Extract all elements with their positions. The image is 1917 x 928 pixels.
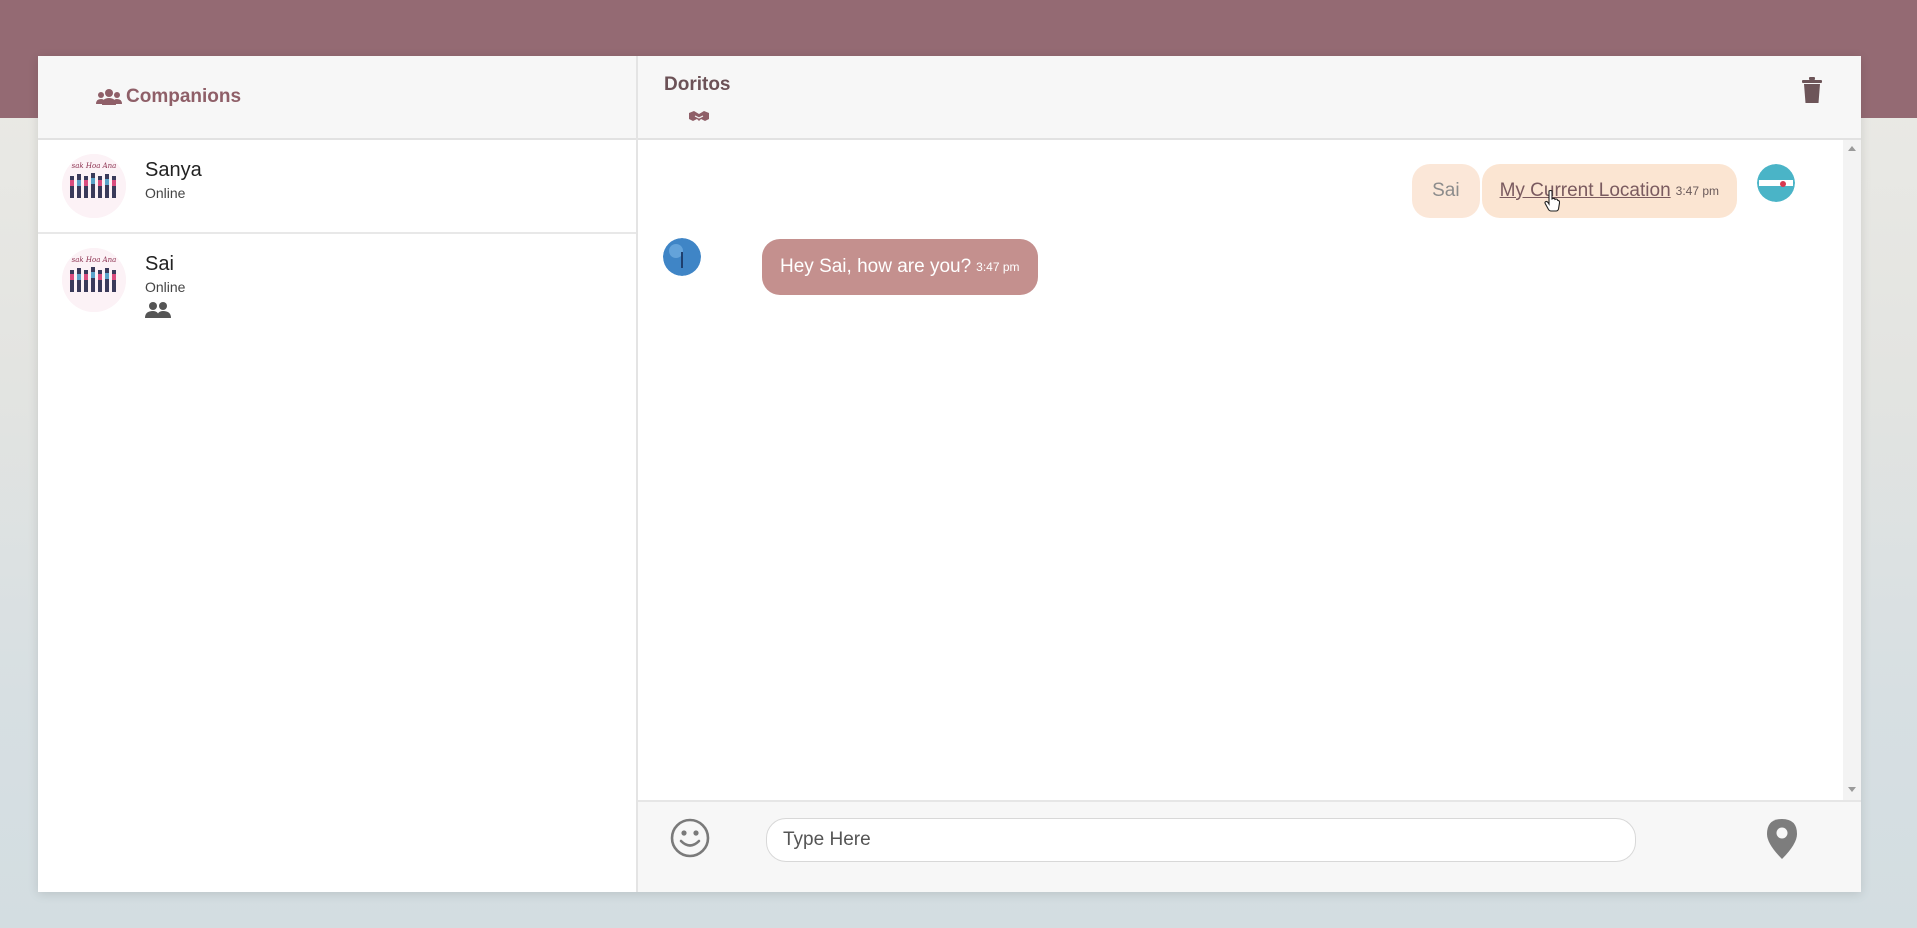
sidebar: Companions sak Hoa Ana Sanya Online sak … — [38, 56, 638, 892]
location-pin-icon[interactable] — [1765, 818, 1799, 860]
contact-item-sai[interactable]: sak Hoa Ana Sai Online — [38, 234, 636, 328]
avatar: sak Hoa Ana — [62, 154, 126, 218]
scroll-down-arrow-icon[interactable] — [1848, 787, 1856, 792]
group-icon — [145, 302, 171, 318]
hand-pointer-icon — [1544, 190, 1560, 212]
svg-text:sak Hoa Ana: sak Hoa Ana — [72, 162, 117, 170]
contact-name: Sai — [145, 253, 174, 275]
handshake-icon — [689, 111, 709, 121]
trash-icon[interactable] — [1801, 76, 1823, 104]
avatar: sak Hoa Ana — [62, 248, 126, 312]
contact-item-sanya[interactable]: sak Hoa Ana Sanya Online — [38, 140, 636, 234]
sidebar-header: Companions — [38, 56, 636, 140]
location-link[interactable]: My Current Location — [1500, 180, 1671, 202]
chat-title: Doritos — [664, 74, 731, 95]
message-bubble-incoming: Hey Sai, how are you? 3:47 pm — [762, 239, 1038, 295]
avatar — [1757, 164, 1795, 202]
message-list[interactable]: Sai My Current Location 3:47 pm Hey Sai,… — [638, 140, 1861, 800]
sidebar-title: Companions — [126, 86, 242, 107]
chat-app-window: Companions sak Hoa Ana Sanya Online sak … — [38, 56, 1861, 892]
chat-header: Doritos — [638, 56, 1861, 140]
message-time: 3:47 pm — [1675, 184, 1719, 198]
smiley-icon[interactable] — [670, 818, 710, 858]
outgoing-message: Sai My Current Location 3:47 pm — [1412, 164, 1737, 218]
message-bubble-outgoing: My Current Location 3:47 pm — [1481, 164, 1737, 218]
message-input[interactable] — [766, 818, 1636, 862]
contact-info: Sanya Online — [145, 158, 202, 201]
scroll-up-arrow-icon[interactable] — [1848, 146, 1856, 151]
contact-name: Sanya — [145, 159, 202, 181]
contact-info: Sai Online — [145, 252, 185, 319]
users-icon — [96, 89, 122, 105]
avatar — [663, 238, 701, 276]
svg-text:sak Hoa Ana: sak Hoa Ana — [72, 256, 117, 264]
message-composer — [638, 800, 1861, 892]
sender-label: Sai — [1412, 164, 1480, 218]
chat-panel: Doritos Sai My Current Location 3:47 pm — [638, 56, 1861, 892]
message-text: Hey Sai, how are you? — [780, 256, 972, 277]
contact-status: Online — [145, 185, 186, 201]
contact-status: Online — [145, 279, 186, 295]
scrollbar[interactable] — [1843, 140, 1861, 800]
message-time: 3:47 pm — [976, 260, 1020, 274]
